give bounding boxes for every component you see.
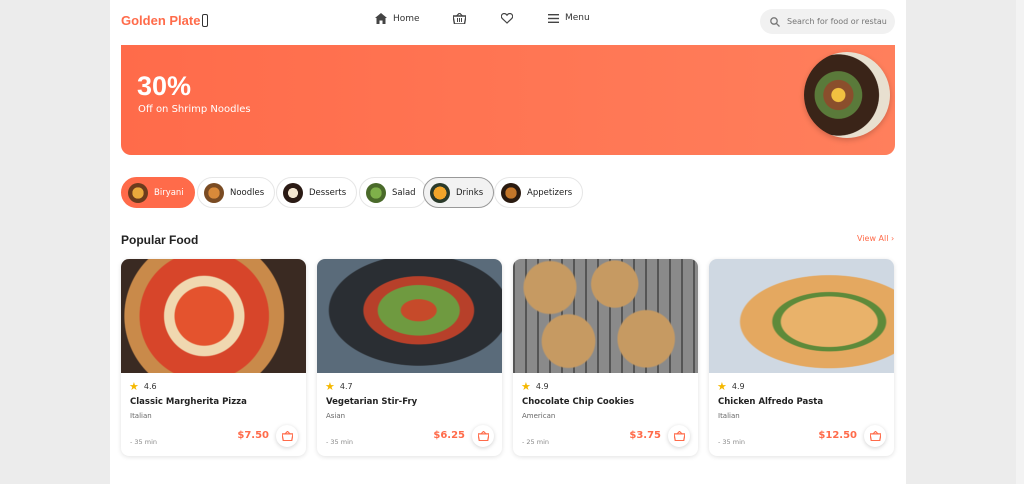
category-appetizers[interactable]: Appetizers bbox=[494, 177, 584, 208]
rating: ★ 4.9 bbox=[521, 381, 549, 392]
promo-banner[interactable]: 30% Off on Shrimp Noodles bbox=[121, 45, 895, 155]
search-input[interactable] bbox=[787, 17, 887, 26]
delivery-time: - 35 min bbox=[326, 438, 354, 446]
basket-icon bbox=[453, 13, 466, 24]
food-price: $6.25 bbox=[433, 430, 465, 441]
food-name: Chicken Alfredo Pasta bbox=[718, 397, 824, 407]
category-thumb bbox=[128, 182, 148, 203]
nav-home-label: Home bbox=[393, 13, 420, 24]
food-price: $12.50 bbox=[818, 430, 857, 441]
logo-text: Golden Plate bbox=[121, 13, 201, 28]
food-image bbox=[317, 259, 502, 373]
rating: ★ 4.7 bbox=[325, 381, 353, 392]
view-all-link[interactable]: View All › bbox=[857, 234, 894, 243]
food-card[interactable]: ★ 4.9 Chicken Alfredo Pasta Italian - 35… bbox=[709, 259, 894, 456]
category-thumb bbox=[283, 182, 303, 203]
food-image bbox=[121, 259, 306, 373]
food-name: Chocolate Chip Cookies bbox=[522, 397, 634, 407]
delivery-time: - 25 min bbox=[522, 438, 550, 446]
category-label: Salad bbox=[392, 187, 416, 198]
nav-cart[interactable] bbox=[453, 13, 466, 24]
food-cuisine: Asian bbox=[326, 412, 346, 420]
search-icon bbox=[770, 16, 780, 27]
category-label: Appetizers bbox=[527, 187, 573, 198]
category-salad[interactable]: Salad bbox=[359, 177, 427, 208]
star-icon: ★ bbox=[129, 380, 139, 393]
category-thumb bbox=[204, 182, 224, 203]
banner-discount: 30% bbox=[137, 71, 192, 101]
food-price: $3.75 bbox=[629, 430, 661, 441]
category-label: Biryani bbox=[154, 187, 184, 198]
rating: ★ 4.6 bbox=[129, 381, 157, 392]
star-icon: ★ bbox=[521, 380, 531, 393]
heart-icon bbox=[501, 13, 513, 24]
food-name: Vegetarian Stir-Fry bbox=[326, 397, 418, 407]
nav-menu[interactable]: Menu bbox=[548, 13, 590, 23]
basket-icon bbox=[673, 431, 685, 441]
food-cuisine: Italian bbox=[130, 412, 152, 420]
rating: ★ 4.9 bbox=[717, 381, 745, 392]
star-icon: ★ bbox=[717, 380, 727, 393]
category-thumb bbox=[366, 182, 386, 203]
banner-dish-image bbox=[804, 52, 890, 138]
food-cuisine: Italian bbox=[718, 412, 740, 420]
delivery-time: - 35 min bbox=[718, 438, 746, 446]
add-to-cart-button[interactable] bbox=[472, 425, 494, 447]
category-drinks[interactable]: Drinks bbox=[423, 177, 495, 208]
search-bar[interactable] bbox=[760, 9, 895, 34]
food-cuisine: American bbox=[522, 412, 556, 420]
basket-icon bbox=[869, 431, 881, 441]
star-icon: ★ bbox=[325, 380, 335, 393]
header: Golden Plate Home Menu bbox=[110, 0, 906, 44]
category-desserts[interactable]: Desserts bbox=[276, 177, 358, 208]
nav-home[interactable]: Home bbox=[375, 13, 420, 24]
basket-icon bbox=[281, 431, 293, 441]
page: Golden Plate Home Menu 30% Off on Shrimp… bbox=[110, 0, 906, 484]
section-title: Popular Food bbox=[121, 233, 199, 247]
category-noodles[interactable]: Noodles bbox=[197, 177, 276, 208]
nav-menu-label: Menu bbox=[565, 13, 590, 23]
home-icon bbox=[375, 13, 387, 24]
banner-subtitle: Off on Shrimp Noodles bbox=[138, 104, 251, 115]
food-image bbox=[709, 259, 894, 373]
category-label: Drinks bbox=[456, 187, 484, 198]
rating-value: 4.7 bbox=[339, 382, 353, 391]
scrollbar[interactable] bbox=[1016, 0, 1024, 484]
add-to-cart-button[interactable] bbox=[668, 425, 690, 447]
food-price: $7.50 bbox=[237, 430, 269, 441]
basket-icon bbox=[477, 431, 489, 441]
category-label: Desserts bbox=[309, 187, 347, 198]
category-thumb bbox=[501, 182, 521, 203]
food-name: Classic Margherita Pizza bbox=[130, 397, 247, 407]
utensils-icon bbox=[202, 14, 209, 27]
food-card[interactable]: ★ 4.6 Classic Margherita Pizza Italian -… bbox=[121, 259, 306, 456]
logo[interactable]: Golden Plate bbox=[121, 13, 209, 28]
nav-favorites[interactable] bbox=[501, 13, 513, 24]
rating-value: 4.9 bbox=[731, 382, 745, 391]
category-thumb bbox=[430, 182, 450, 203]
add-to-cart-button[interactable] bbox=[864, 425, 886, 447]
food-card[interactable]: ★ 4.7 Vegetarian Stir-Fry Asian - 35 min… bbox=[317, 259, 502, 456]
add-to-cart-button[interactable] bbox=[276, 425, 298, 447]
delivery-time: - 35 min bbox=[130, 438, 158, 446]
category-label: Noodles bbox=[230, 187, 265, 198]
rating-value: 4.6 bbox=[143, 382, 157, 391]
rating-value: 4.9 bbox=[535, 382, 549, 391]
hamburger-icon bbox=[548, 13, 559, 23]
category-biryani[interactable]: Biryani bbox=[121, 177, 195, 208]
food-card[interactable]: ★ 4.9 Chocolate Chip Cookies American - … bbox=[513, 259, 698, 456]
food-image bbox=[513, 259, 698, 373]
